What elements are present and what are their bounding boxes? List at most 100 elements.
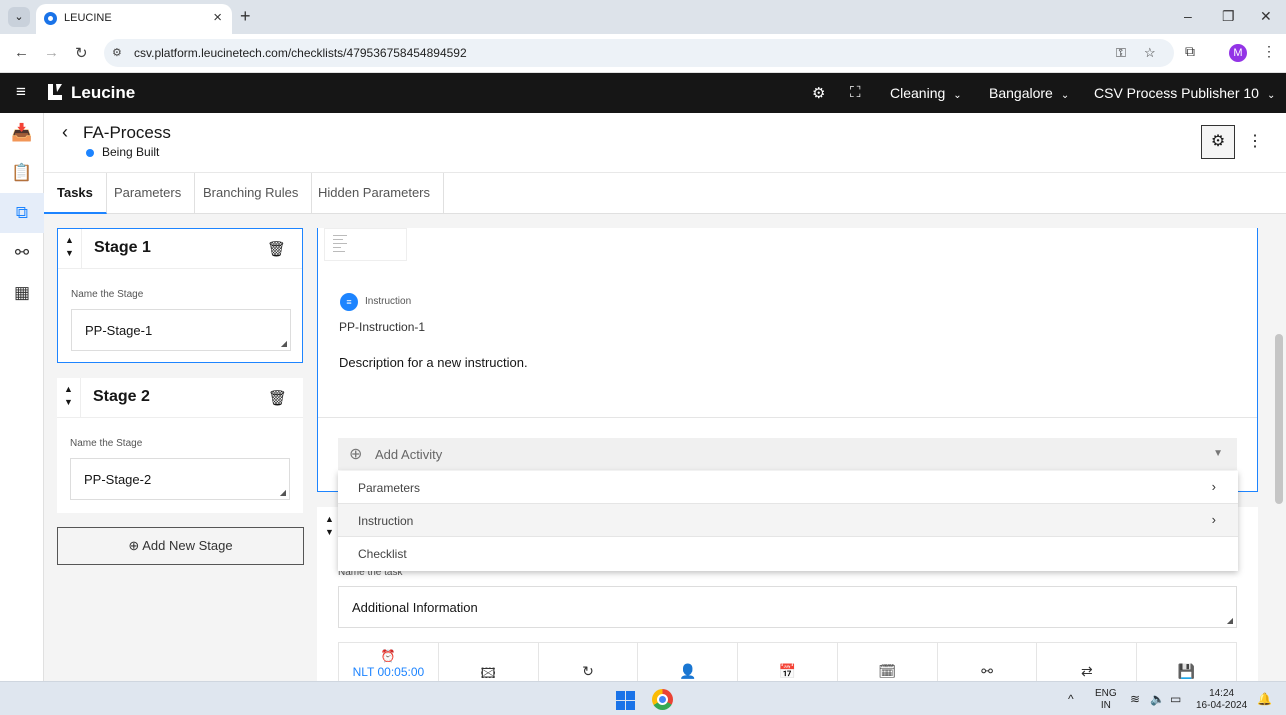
due-date-button[interactable]: 🗓 xyxy=(838,643,938,681)
scrollbar-thumb[interactable] xyxy=(1275,334,1283,504)
clock[interactable]: 14:24 16-04-2024 xyxy=(1196,688,1247,712)
trash-icon[interactable]: 🗑 xyxy=(267,240,286,258)
volume-icon[interactable]: 🔈 xyxy=(1150,692,1165,706)
add-new-stage-button[interactable]: ⊕ Add New Stage xyxy=(57,527,304,565)
language-indicator[interactable]: ENG IN xyxy=(1095,688,1117,712)
task-name-value: Additional Information xyxy=(352,600,478,615)
media-button[interactable]: 🖾 xyxy=(439,643,539,681)
user-role-label: CSV Process Publisher 10 xyxy=(1094,85,1259,101)
tab-search-chevron-icon[interactable]: ⌄ xyxy=(8,7,30,27)
hamburger-menu-icon[interactable]: ≡ xyxy=(16,82,26,102)
recurrence-button[interactable]: ↻ xyxy=(539,643,639,681)
leucine-logo-icon xyxy=(48,84,62,100)
branching-button[interactable]: ⚯ xyxy=(938,643,1038,681)
page-scrollbar[interactable] xyxy=(1272,214,1286,681)
page-header: ‹ FA-Process Being Built ⚙ ⋮ xyxy=(44,113,1286,173)
save-template-button[interactable]: 💾 xyxy=(1137,643,1236,681)
task-name-input[interactable]: Additional Information ◢ xyxy=(338,586,1237,628)
image-icon: 🖾 xyxy=(480,665,496,681)
add-activity-dropdown[interactable]: ⊕ Add Activity ▼ xyxy=(338,438,1237,470)
windows-start-icon[interactable] xyxy=(616,691,635,710)
tab-tasks[interactable]: Tasks xyxy=(44,173,107,214)
clock-time: 14:24 xyxy=(1209,688,1235,699)
menu-item-instruction[interactable]: Instruction › xyxy=(338,504,1238,537)
menu-item-label: Parameters xyxy=(358,481,421,495)
restore-icon[interactable]: ❐ xyxy=(1222,8,1235,25)
resize-handle-icon[interactable]: ◢ xyxy=(281,339,287,348)
forward-arrow-icon[interactable]: → xyxy=(44,44,59,61)
browser-menu-icon[interactable]: ⋮ xyxy=(1262,43,1276,60)
media-thumbnail[interactable] xyxy=(324,228,407,261)
region-code: IN xyxy=(1100,700,1111,711)
menu-item-label: Checklist xyxy=(358,547,407,561)
menu-item-parameters[interactable]: Parameters › xyxy=(338,471,1238,504)
assign-user-button[interactable]: 👤 xyxy=(638,643,739,681)
browser-tab[interactable]: LEUCINE × xyxy=(36,4,232,34)
stage-name-value: PP-Stage-1 xyxy=(85,323,153,338)
extensions-icon[interactable]: ⧉ xyxy=(1185,43,1195,60)
tab-parameters[interactable]: Parameters xyxy=(101,173,196,214)
reorder-arrows-icon[interactable]: ▲ ▼ xyxy=(325,513,334,539)
clipboard-checklist-icon[interactable]: 📋 xyxy=(0,153,44,193)
stage-header: ▲ ▼ Stage 2 🗑 xyxy=(57,378,303,418)
use-case-label: Cleaning xyxy=(890,85,946,101)
more-options-icon[interactable]: ⋮ xyxy=(1247,131,1263,151)
site-settings-icon[interactable]: ⚙ xyxy=(112,46,122,59)
resize-handle-icon[interactable]: ◢ xyxy=(280,488,286,497)
caret-down-icon: ▼ xyxy=(1213,448,1223,459)
chevron-down-icon: ⌄ xyxy=(1060,90,1070,101)
add-activity-menu: Parameters › Instruction › Checklist xyxy=(338,471,1238,571)
bookmark-star-icon[interactable]: ☆ xyxy=(1144,45,1156,61)
back-chevron-icon[interactable]: ‹ xyxy=(62,122,68,143)
add-circle-icon: ⊕ xyxy=(349,446,363,463)
tab-hidden-parameters[interactable]: Hidden Parameters xyxy=(305,173,444,214)
app-header: ≡ Leucine ⚙ ⛶ Cleaning ⌄ Bangalore ⌄ CSV P… xyxy=(0,73,1286,113)
resize-handle-icon[interactable]: ◢ xyxy=(1227,616,1233,625)
schedule-button[interactable]: 📅 xyxy=(738,643,838,681)
process-flow-icon[interactable]: ⧉ xyxy=(0,193,44,233)
stage-name-input[interactable]: PP-Stage-2 ◢ xyxy=(70,458,290,500)
settings-gear-icon[interactable]: ⚙ xyxy=(812,84,825,102)
hierarchy-icon[interactable]: ⚯ xyxy=(0,233,44,273)
reorder-arrows-icon[interactable]: ▲ ▼ xyxy=(58,229,82,269)
close-tab-icon[interactable]: × xyxy=(213,9,222,26)
notification-bell-icon[interactable]: 🔔 xyxy=(1257,692,1272,706)
minimize-icon[interactable]: – xyxy=(1184,8,1192,24)
back-arrow-icon[interactable]: ← xyxy=(14,44,29,61)
timer-label: NLT 00:05:00 xyxy=(352,665,425,679)
profile-avatar[interactable]: M xyxy=(1229,44,1247,62)
password-key-icon[interactable]: ⚿ xyxy=(1116,45,1126,61)
stage-name-label: Name the Stage xyxy=(70,438,143,449)
battery-icon[interactable]: ▭ xyxy=(1170,692,1181,706)
window-close-icon[interactable]: ✕ xyxy=(1260,8,1272,25)
tray-chevron-up-icon[interactable]: ^ xyxy=(1068,692,1074,706)
divider xyxy=(318,417,1257,418)
wifi-icon[interactable]: ≋ xyxy=(1130,692,1140,706)
trash-icon[interactable]: 🗑 xyxy=(268,389,287,407)
menu-item-checklist[interactable]: Checklist xyxy=(338,537,1238,570)
interlock-button[interactable]: ⇄ xyxy=(1037,643,1138,681)
stage-name-input[interactable]: PP-Stage-1 ◢ xyxy=(71,309,291,351)
use-case-selector[interactable]: Cleaning ⌄ xyxy=(890,85,962,101)
hierarchy-icon: ⚯ xyxy=(981,663,993,679)
user-menu[interactable]: CSV Process Publisher 10 ⌄ xyxy=(1094,85,1275,101)
activity-type-label: Instruction xyxy=(365,296,412,307)
stage-card-2[interactable]: ▲ ▼ Stage 2 🗑 Name the Stage PP-Stage-2 ◢ xyxy=(57,378,303,513)
scan-qr-icon[interactable]: ⛶ xyxy=(850,84,861,101)
new-tab-icon[interactable]: + xyxy=(240,6,251,27)
reload-icon[interactable]: ↻ xyxy=(75,44,88,62)
reports-icon[interactable]: ▦ xyxy=(0,273,44,313)
process-settings-button[interactable]: ⚙ xyxy=(1201,125,1235,159)
chevron-right-icon: › xyxy=(1211,479,1216,494)
chrome-icon[interactable] xyxy=(652,689,673,710)
calendar-icon: 🗓 xyxy=(878,663,897,679)
url-field[interactable]: ⚙ csv.platform.leucinetech.com/checklist… xyxy=(104,39,1174,67)
chevron-down-icon: ⌄ xyxy=(953,90,962,101)
inbox-icon[interactable]: 📥 xyxy=(0,113,44,153)
stage-card-1[interactable]: ▲ ▼ Stage 1 🗑 Name the Stage PP-Stage-1 ◢ xyxy=(57,228,303,363)
reorder-arrows-icon[interactable]: ▲ ▼ xyxy=(57,378,81,418)
timer-button[interactable]: ⏰ NLT 00:05:00 xyxy=(339,643,439,681)
save-icon: 💾 xyxy=(1177,663,1196,679)
tab-branching-rules[interactable]: Branching Rules xyxy=(190,173,313,214)
facility-selector[interactable]: Bangalore ⌄ xyxy=(989,85,1069,101)
